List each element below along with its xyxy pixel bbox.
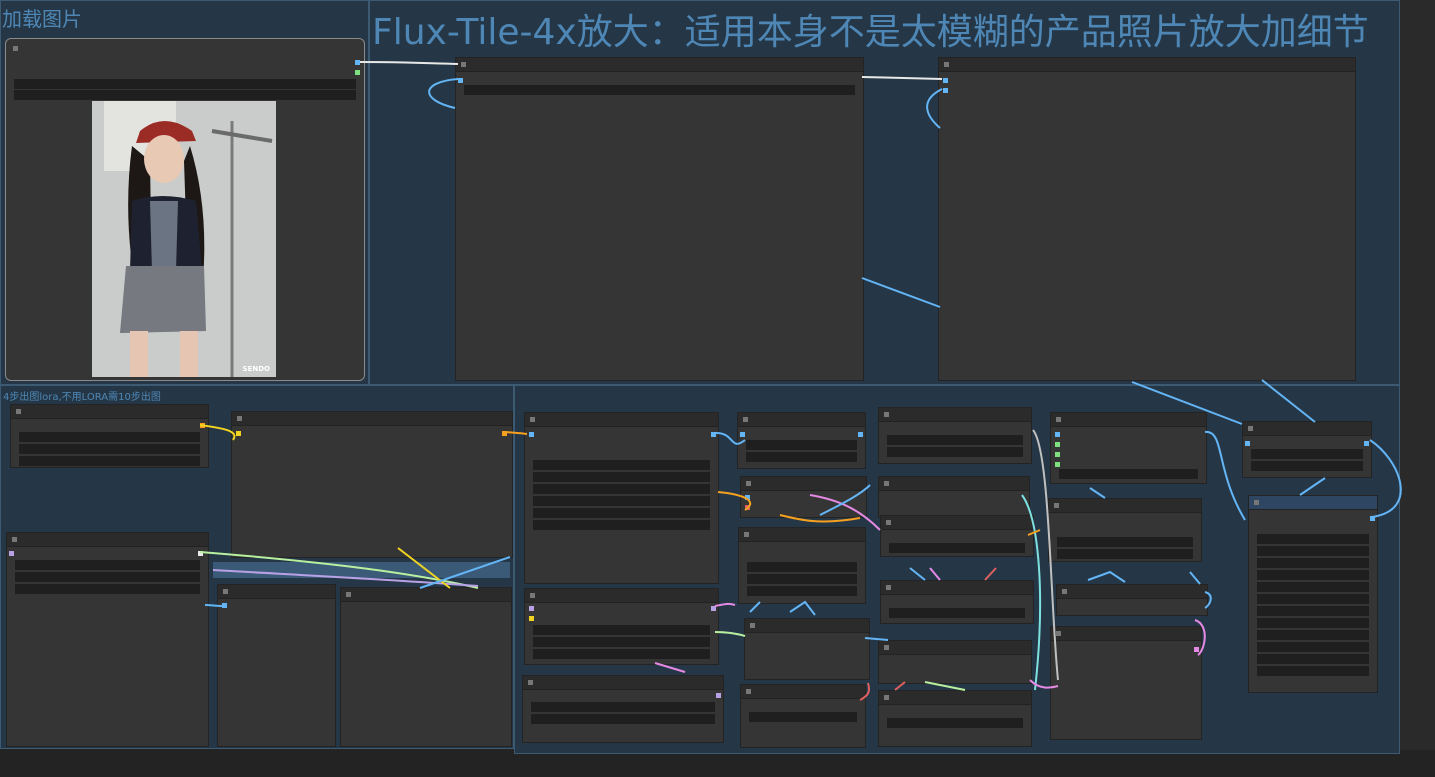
node-wires — [199, 61, 1402, 701]
